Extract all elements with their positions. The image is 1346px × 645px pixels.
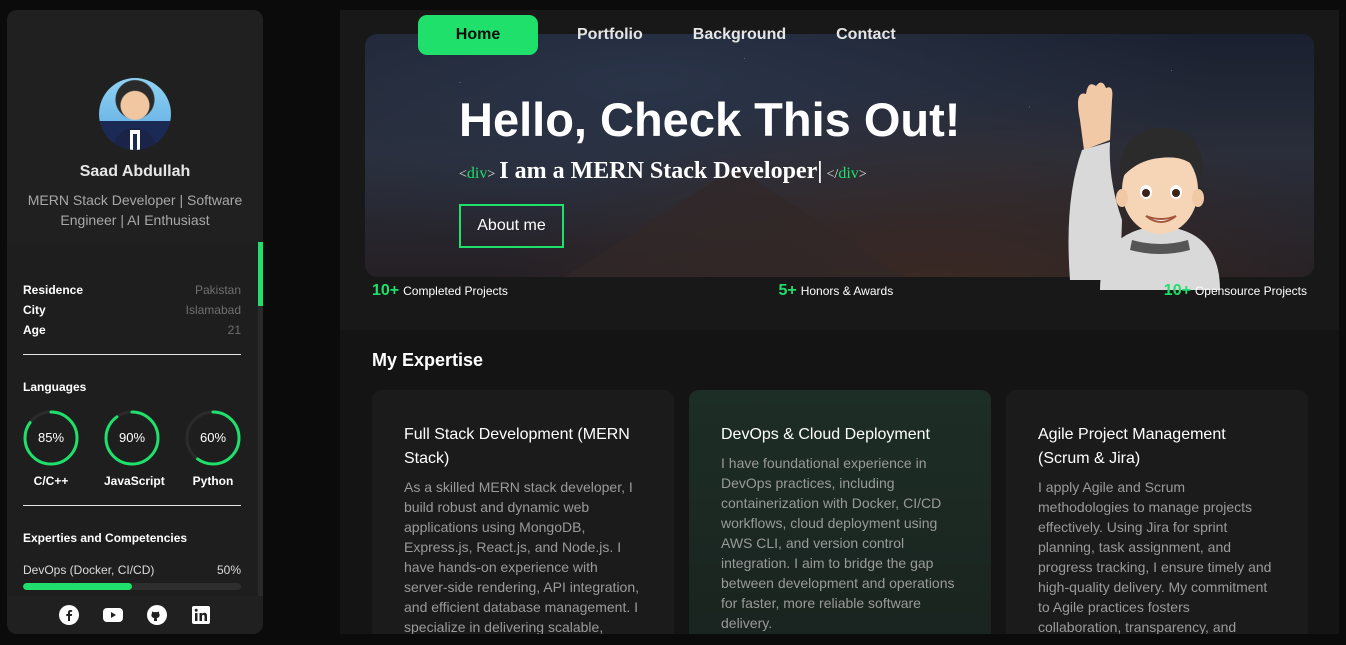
- competency-percent: 50%: [216, 563, 241, 577]
- card-text: As a skilled MERN stack developer, I bui…: [404, 479, 640, 634]
- profile-role: MERN Stack Developer | Software Engineer…: [27, 192, 243, 228]
- stat-honors-awards: 5+ Honors & Awards: [778, 282, 893, 300]
- youtube-icon[interactable]: [103, 605, 123, 625]
- stat-label: Completed Projects: [403, 284, 508, 298]
- tagline-text: I am a MERN Stack Developer|: [499, 158, 823, 184]
- avatar: [99, 78, 171, 150]
- language-name: JavaScript: [104, 474, 165, 488]
- expertise-title: My Expertise: [372, 350, 484, 370]
- hero-title: Hello, Check This Out!: [459, 93, 961, 146]
- info-list: Residence Pakistan City Islamabad Age 21: [23, 242, 241, 340]
- stats-bar: 10+ Completed Projects 5+ Honors & Awards …: [372, 282, 1307, 300]
- info-value: Pakistan: [194, 283, 241, 297]
- divider: [23, 354, 241, 355]
- top-nav: Home Portfolio Background Contact: [418, 15, 921, 55]
- card-title: Agile Project Management (Scrum & Jira): [1038, 426, 1226, 467]
- language-percent: 60%: [199, 430, 227, 445]
- card-title: Full Stack Development (MERN Stack): [404, 426, 630, 467]
- nav-contact[interactable]: Contact: [811, 15, 921, 55]
- language-ring-cpp: 85% C/C++: [23, 410, 79, 488]
- language-ring-javascript: 90% JavaScript: [104, 410, 165, 488]
- expertise-card: Agile Project Management (Scrum & Jira) …: [1006, 390, 1308, 634]
- competency-bar-fill: [23, 583, 132, 590]
- language-name: Python: [192, 474, 234, 488]
- sidebar-scroll-area: Residence Pakistan City Islamabad Age 21…: [7, 242, 263, 596]
- language-percent: 90%: [118, 430, 146, 445]
- memoji-waving-icon: [1068, 82, 1220, 290]
- divider: [23, 505, 241, 506]
- stat-opensource-projects: 10+ Opensource Projects: [1164, 282, 1307, 300]
- language-ring-python: 60% Python: [185, 410, 241, 488]
- end-tag-name: div: [838, 165, 859, 182]
- expertise-card: Full Stack Development (MERN Stack) As a…: [372, 390, 674, 634]
- expertise-cards: Full Stack Development (MERN Stack) As a…: [372, 390, 1308, 634]
- card-text: I apply Agile and Scrum methodologies to…: [1038, 479, 1272, 634]
- info-age: Age 21: [23, 320, 241, 340]
- tag-name: div: [466, 165, 488, 182]
- stat-completed-projects: 10+ Completed Projects: [372, 282, 508, 300]
- hero-tagline: <div> I am a MERN Stack Developer| </div…: [459, 158, 867, 185]
- end-tag-close-bracket: >: [858, 167, 867, 182]
- info-city: City Islamabad: [23, 300, 241, 320]
- info-value: 21: [227, 323, 241, 337]
- nav-home[interactable]: Home: [418, 15, 538, 55]
- expertise-card: DevOps & Cloud Deployment I have foundat…: [689, 390, 991, 634]
- competencies-title: Experties and Competencies: [23, 531, 188, 545]
- language-percent: 85%: [37, 430, 65, 445]
- sidebar-scroll-thumb[interactable]: [258, 242, 263, 306]
- languages-title: Languages: [23, 380, 87, 394]
- info-label: Residence: [23, 283, 84, 297]
- stat-label: Opensource Projects: [1194, 284, 1307, 298]
- info-residence: Residence Pakistan: [23, 280, 241, 300]
- page: Saad Abdullah MERN Stack Developer | Sof…: [0, 0, 1346, 645]
- social-links: [7, 596, 263, 634]
- nav-background[interactable]: Background: [668, 15, 811, 55]
- stat-number: 10+: [1163, 282, 1191, 299]
- stat-number: 10+: [372, 282, 400, 299]
- competency-row: DevOps (Docker, CI/CD) 50%: [23, 563, 241, 577]
- info-label: Age: [23, 323, 46, 337]
- language-rings: 85% C/C++ 90% JavaScript 60% Python: [23, 410, 241, 488]
- info-value: Islamabad: [185, 303, 241, 317]
- tag-open-bracket: <: [459, 167, 467, 182]
- card-title: DevOps & Cloud Deployment: [721, 426, 930, 443]
- github-icon[interactable]: [147, 605, 167, 625]
- nav-portfolio[interactable]: Portfolio: [552, 15, 668, 55]
- stat-number: 5+: [778, 282, 797, 299]
- hero-section: Hello, Check This Out! <div> I am a MERN…: [340, 10, 1339, 330]
- facebook-icon[interactable]: [59, 605, 79, 625]
- tag-close-bracket: >: [487, 167, 496, 182]
- profile-name: Saad Abdullah: [79, 163, 191, 180]
- linkedin-icon[interactable]: [191, 605, 211, 625]
- language-name: C/C++: [33, 474, 69, 488]
- sidebar-scrollbar[interactable]: [258, 242, 263, 596]
- profile-card: Saad Abdullah MERN Stack Developer | Sof…: [7, 10, 263, 242]
- competency-name: DevOps (Docker, CI/CD): [23, 563, 155, 577]
- about-me-button[interactable]: About me: [459, 204, 564, 248]
- stat-label: Honors & Awards: [800, 284, 894, 298]
- end-tag-open-bracket: </: [826, 167, 839, 182]
- main-content: Hello, Check This Out! <div> I am a MERN…: [340, 10, 1339, 634]
- sidebar: Saad Abdullah MERN Stack Developer | Sof…: [7, 10, 263, 634]
- competency-bar: [23, 583, 241, 590]
- info-label: City: [23, 303, 46, 317]
- card-text: I have foundational experience in DevOps…: [721, 455, 955, 631]
